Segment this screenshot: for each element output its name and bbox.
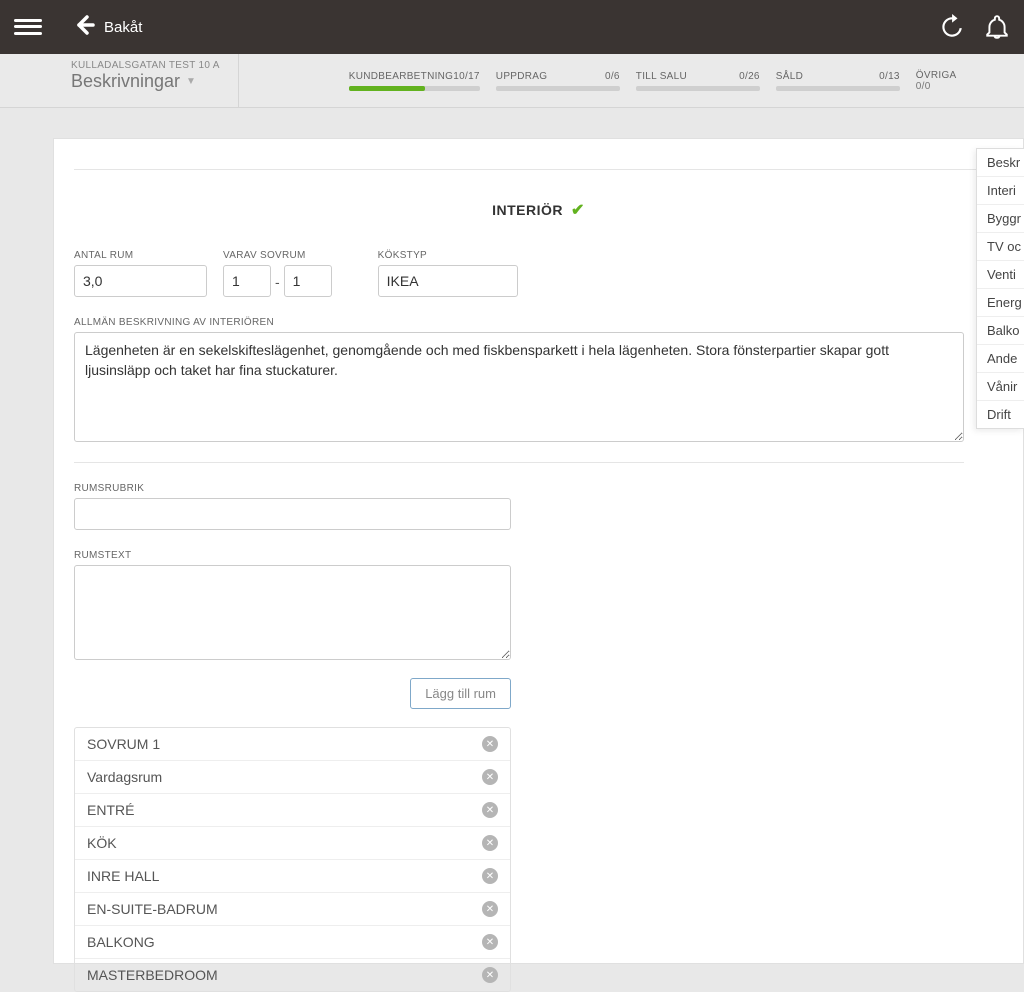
side-menu-item[interactable]: Beskr xyxy=(977,149,1024,177)
stat-0[interactable]: KUNDBEARBETNING 10/17 xyxy=(349,71,480,91)
stat-label: UPPDRAG xyxy=(496,71,548,82)
room-item[interactable]: BALKONG ✕ xyxy=(75,926,510,959)
allman-textarea[interactable] xyxy=(74,332,964,442)
chevron-down-icon: ▼ xyxy=(186,76,196,87)
side-menu-item[interactable]: Venti xyxy=(977,261,1024,289)
rumstext-label: RUMSTEXT xyxy=(74,550,1003,561)
divider xyxy=(74,462,964,463)
side-menu-item[interactable]: Vånir xyxy=(977,373,1024,401)
delete-room-icon[interactable]: ✕ xyxy=(482,736,498,752)
form-row-1: ANTAL RUM VARAV SOVRUM - KÖKSTYP xyxy=(74,250,1003,297)
stat-count: 10/17 xyxy=(453,71,480,82)
subheader: KULLADALSGATAN TEST 10 A Beskrivningar ▼… xyxy=(0,54,1024,108)
rumsrubrik-field: RUMSRUBRIK xyxy=(74,483,1003,530)
allman-label: ALLMÄN BESKRIVNING AV INTERIÖREN xyxy=(74,317,1003,328)
room-name: EN-SUITE-BADRUM xyxy=(87,901,218,917)
back-label: Bakåt xyxy=(104,19,142,36)
stat-bar xyxy=(496,86,620,91)
check-icon: ✔ xyxy=(571,200,585,220)
back-arrow-icon xyxy=(72,13,96,42)
room-item[interactable]: EN-SUITE-BADRUM ✕ xyxy=(75,893,510,926)
stat-label: KUNDBEARBETNING xyxy=(349,71,454,82)
range-separator: - xyxy=(271,274,284,297)
stat-count: 0/13 xyxy=(879,71,900,82)
antal-rum-label: ANTAL RUM xyxy=(74,250,207,261)
delete-room-icon[interactable]: ✕ xyxy=(482,769,498,785)
rumsrubrik-input[interactable] xyxy=(74,498,511,530)
side-menu-item[interactable]: Balko xyxy=(977,317,1024,345)
side-menu-item[interactable]: Interi xyxy=(977,177,1024,205)
room-item[interactable]: Vardagsrum ✕ xyxy=(75,761,510,794)
stat-bar xyxy=(636,86,760,91)
antal-rum-input[interactable] xyxy=(74,265,207,297)
delete-room-icon[interactable]: ✕ xyxy=(482,901,498,917)
room-item[interactable]: ENTRÉ ✕ xyxy=(75,794,510,827)
stat-1[interactable]: UPPDRAG 0/6 xyxy=(496,71,620,91)
side-menu-item[interactable]: TV oc xyxy=(977,233,1024,261)
bell-icon[interactable] xyxy=(984,14,1010,40)
content: INTERIÖR ✔ ANTAL RUM VARAV SOVRUM - KÖKS… xyxy=(53,138,1024,964)
varav-sovrum-from-input[interactable] xyxy=(223,265,271,297)
room-item[interactable]: KÖK ✕ xyxy=(75,827,510,860)
stat-bar xyxy=(349,86,480,91)
menu-icon[interactable] xyxy=(14,13,42,41)
back-button[interactable]: Bakåt xyxy=(72,13,142,42)
kokstyp-label: KÖKSTYP xyxy=(378,250,518,261)
room-item[interactable]: SOVRUM 1 ✕ xyxy=(75,728,510,761)
kokstyp-field: KÖKSTYP xyxy=(378,250,518,297)
add-room-button[interactable]: Lägg till rum xyxy=(410,678,511,709)
section-header: INTERIÖR ✔ xyxy=(74,169,1003,226)
room-name: KÖK xyxy=(87,835,117,851)
stat-2[interactable]: TILL SALU 0/26 xyxy=(636,71,760,91)
stat-count: 0/6 xyxy=(605,71,620,82)
property-address: KULLADALSGATAN TEST 10 A xyxy=(71,60,220,71)
room-name: INRE HALL xyxy=(87,868,159,884)
delete-room-icon[interactable]: ✕ xyxy=(482,934,498,950)
subheader-left: KULLADALSGATAN TEST 10 A Beskrivningar ▼ xyxy=(53,54,239,107)
rumsrubrik-label: RUMSRUBRIK xyxy=(74,483,1003,494)
antal-rum-field: ANTAL RUM xyxy=(74,250,207,297)
side-menu-item[interactable]: Ande xyxy=(977,345,1024,373)
side-menu-item[interactable]: Energ xyxy=(977,289,1024,317)
delete-room-icon[interactable]: ✕ xyxy=(482,835,498,851)
allman-field: ALLMÄN BESKRIVNING AV INTERIÖREN xyxy=(74,317,1003,442)
delete-room-icon[interactable]: ✕ xyxy=(482,967,498,983)
rumstext-field: RUMSTEXT xyxy=(74,550,1003,660)
kokstyp-input[interactable] xyxy=(378,265,518,297)
history-icon[interactable] xyxy=(938,14,964,40)
room-name: ENTRÉ xyxy=(87,802,134,818)
room-list: SOVRUM 1 ✕ Vardagsrum ✕ ENTRÉ ✕ KÖK ✕ IN… xyxy=(74,727,511,992)
stat-label: SÅLD xyxy=(776,71,803,82)
room-item[interactable]: INRE HALL ✕ xyxy=(75,860,510,893)
delete-room-icon[interactable]: ✕ xyxy=(482,868,498,884)
room-name: SOVRUM 1 xyxy=(87,736,160,752)
stats-row: KUNDBEARBETNING 10/17 UPPDRAG 0/6 TILL S… xyxy=(239,54,957,107)
rumstext-textarea[interactable] xyxy=(74,565,511,660)
topbar: Bakåt xyxy=(0,0,1024,54)
stat-bar xyxy=(776,86,900,91)
varav-sovrum-label: VARAV SOVRUM xyxy=(223,250,332,261)
varav-sovrum-to-input[interactable] xyxy=(284,265,332,297)
side-menu: BeskrInteriByggrTV ocVentiEnergBalkoAnde… xyxy=(976,148,1024,429)
topbar-right xyxy=(938,14,1010,40)
section-dropdown-label: Beskrivningar xyxy=(71,71,180,92)
stat-label: TILL SALU xyxy=(636,71,687,82)
stat-ovriga[interactable]: ÖVRIGA0/0 xyxy=(916,70,957,92)
delete-room-icon[interactable]: ✕ xyxy=(482,802,498,818)
section-dropdown[interactable]: Beskrivningar ▼ xyxy=(71,71,220,92)
room-name: Vardagsrum xyxy=(87,769,162,785)
varav-sovrum-field: VARAV SOVRUM - xyxy=(223,250,332,297)
section-title: INTERIÖR xyxy=(492,202,563,218)
side-menu-item[interactable]: Drift xyxy=(977,401,1024,428)
stat-count: 0/26 xyxy=(739,71,760,82)
stat-3[interactable]: SÅLD 0/13 xyxy=(776,71,900,91)
side-menu-item[interactable]: Byggr xyxy=(977,205,1024,233)
room-name: MASTERBEDROOM xyxy=(87,967,218,983)
room-name: BALKONG xyxy=(87,934,155,950)
